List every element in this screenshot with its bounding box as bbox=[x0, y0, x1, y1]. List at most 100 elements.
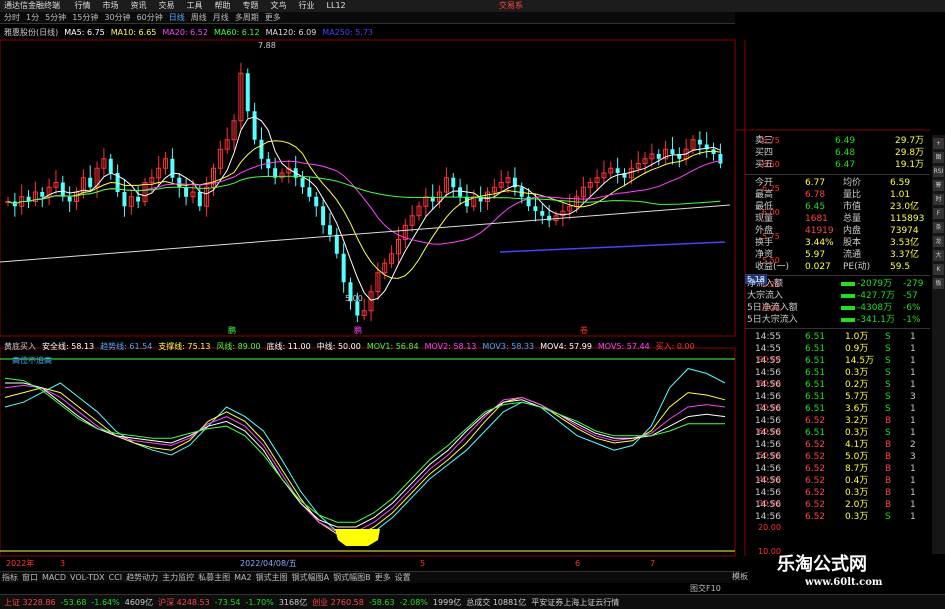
ma-line bbox=[7, 175, 721, 205]
time-axis-label: 6 bbox=[575, 559, 580, 568]
side-button[interactable]: RSI bbox=[933, 166, 944, 177]
indicator-tab[interactable]: 私募主图 bbox=[198, 573, 230, 582]
stat-value: 1.01 bbox=[890, 190, 911, 200]
side-button[interactable]: 条 bbox=[933, 222, 944, 233]
tick-time: 14:56 bbox=[755, 404, 781, 414]
tick-count: 1 bbox=[910, 476, 916, 486]
stat-label: 最高 bbox=[755, 190, 774, 200]
candle-body bbox=[656, 154, 661, 159]
side-button[interactable]: 大 bbox=[933, 250, 944, 261]
candle-body bbox=[615, 168, 620, 173]
flow-pct: -57 bbox=[903, 291, 918, 301]
indicator-tab[interactable]: 钢式幅图B bbox=[333, 573, 371, 582]
tick-volume: 5.0万 bbox=[845, 452, 869, 462]
indicator-tab[interactable]: CCI bbox=[109, 573, 123, 582]
side-button[interactable]: K bbox=[933, 264, 944, 275]
indicator-tab[interactable]: MACD bbox=[42, 573, 66, 582]
candle-body bbox=[300, 177, 305, 188]
indicator-tab[interactable]: 钢式幅图A bbox=[292, 573, 329, 582]
side-button[interactable]: 板 bbox=[933, 278, 944, 289]
side-button[interactable]: 龙 bbox=[933, 236, 944, 247]
quote-row: 14:55 6.51 14.5万 S 1 bbox=[745, 355, 930, 367]
tick-time: 14:56 bbox=[755, 392, 781, 402]
stat-value: 1681 bbox=[805, 214, 828, 224]
candle-body bbox=[718, 154, 723, 164]
indicator-value: 底线: 11.00 bbox=[266, 342, 311, 351]
price-panel-frame bbox=[0, 39, 736, 337]
indicator-tab[interactable]: 趋势动力 bbox=[126, 573, 158, 582]
tick-count: 1 bbox=[910, 332, 916, 342]
f10-label[interactable]: 图交F10 bbox=[690, 583, 721, 594]
side-button[interactable]: + bbox=[933, 138, 944, 149]
ask-volume: 19.1万 bbox=[895, 160, 925, 170]
tick-time: 14:56 bbox=[755, 464, 781, 474]
template-tab[interactable]: 模板 bbox=[732, 571, 748, 582]
indicator-tab[interactable]: 指标 bbox=[2, 573, 18, 582]
quote-row: 外盘 41919 内盘 73974 bbox=[745, 225, 930, 237]
indicator-tab[interactable]: 主力监控 bbox=[162, 573, 194, 582]
side-button[interactable]: 时 bbox=[933, 194, 944, 205]
tick-price: 6.51 bbox=[805, 368, 826, 378]
tick-count: 3 bbox=[910, 392, 916, 402]
flow-pct: -1% bbox=[903, 315, 921, 325]
quote-row: 14:56 6.52 8.7万 B 1 bbox=[745, 463, 930, 475]
ask-volume: 29.8万 bbox=[895, 148, 925, 158]
ma250-line bbox=[499, 241, 726, 253]
ask-price: 6.48 bbox=[835, 148, 856, 158]
status-item: 上证 3228.86 bbox=[4, 598, 56, 607]
candle-body bbox=[67, 196, 72, 202]
candle-body bbox=[245, 73, 250, 112]
indicator-tab[interactable]: 设置 bbox=[395, 573, 411, 582]
tick-price: 6.52 bbox=[805, 500, 826, 510]
candle-body bbox=[184, 187, 189, 197]
indicator-tab[interactable]: VOL-TDX bbox=[70, 573, 105, 582]
side-button[interactable]: 图 bbox=[933, 152, 944, 163]
tick-count: 1 bbox=[910, 500, 916, 510]
ask-volume: 29.7万 bbox=[895, 136, 925, 146]
quote-row: 14:56 6.52 5.0万 B 3 bbox=[745, 451, 930, 463]
indicator-tab[interactable]: 窗口 bbox=[22, 573, 38, 582]
flow-bar bbox=[841, 306, 855, 310]
tick-time: 14:56 bbox=[755, 488, 781, 498]
quote-row: 买四 6.48 29.8万 bbox=[745, 147, 930, 159]
indicator-tab[interactable]: 更多 bbox=[375, 573, 391, 582]
tick-price: 6.52 bbox=[805, 452, 826, 462]
flow-value: -4308万 bbox=[857, 303, 893, 313]
indicator-tab[interactable]: MA2 bbox=[234, 573, 251, 582]
status-item: -1.70% bbox=[245, 598, 274, 607]
indicator-note: 高位不追高 bbox=[12, 356, 52, 365]
tick-count: 1 bbox=[910, 356, 916, 366]
stat-label: 换手 bbox=[755, 238, 774, 248]
indicator-value: MOV3: 58.33 bbox=[482, 342, 535, 351]
quote-row: 14:56 6.51 3.6万 S 1 bbox=[745, 403, 930, 415]
tick-time: 14:56 bbox=[755, 416, 781, 426]
indicator-tick-label: 20.00 bbox=[758, 523, 781, 532]
stat-value: 59.5 bbox=[890, 262, 911, 272]
candle-body bbox=[314, 196, 319, 207]
tick-volume: 2.0万 bbox=[845, 500, 869, 510]
tick-side: B bbox=[885, 416, 892, 426]
side-button[interactable]: 筹 bbox=[933, 180, 944, 191]
candle-body bbox=[321, 206, 326, 226]
indicator-value: 买入: 0.00 bbox=[655, 342, 695, 351]
time-axis-label: 5 bbox=[420, 559, 425, 568]
flow-value: -341.1万 bbox=[857, 315, 896, 325]
candle-body bbox=[451, 177, 456, 188]
tick-count: 1 bbox=[910, 416, 916, 426]
tick-volume: 8.7万 bbox=[845, 464, 869, 474]
tick-count: 1 bbox=[910, 344, 916, 354]
status-item: 沪深 4248.53 bbox=[158, 598, 210, 607]
ma-line bbox=[7, 140, 721, 279]
indicator-value: 支撑线: 75.13 bbox=[158, 342, 211, 351]
tick-price: 6.52 bbox=[805, 464, 826, 474]
indicator-tab[interactable]: 钢式主图 bbox=[256, 573, 288, 582]
candle-body bbox=[136, 196, 141, 202]
tick-price: 6.51 bbox=[805, 428, 826, 438]
flow-bar bbox=[841, 282, 855, 286]
candle-body bbox=[341, 253, 346, 283]
watermark: 乐淘公式网 www.60lt.com bbox=[765, 554, 945, 594]
indicator-info-line: 黄底买入 安全线: 58.13 趋势线: 61.54 支撑线: 75.13 风线: 89… bbox=[0, 341, 701, 353]
side-button[interactable]: F bbox=[933, 208, 944, 219]
tick-volume: 0.3万 bbox=[845, 488, 869, 498]
tick-time: 14:55 bbox=[755, 356, 781, 366]
